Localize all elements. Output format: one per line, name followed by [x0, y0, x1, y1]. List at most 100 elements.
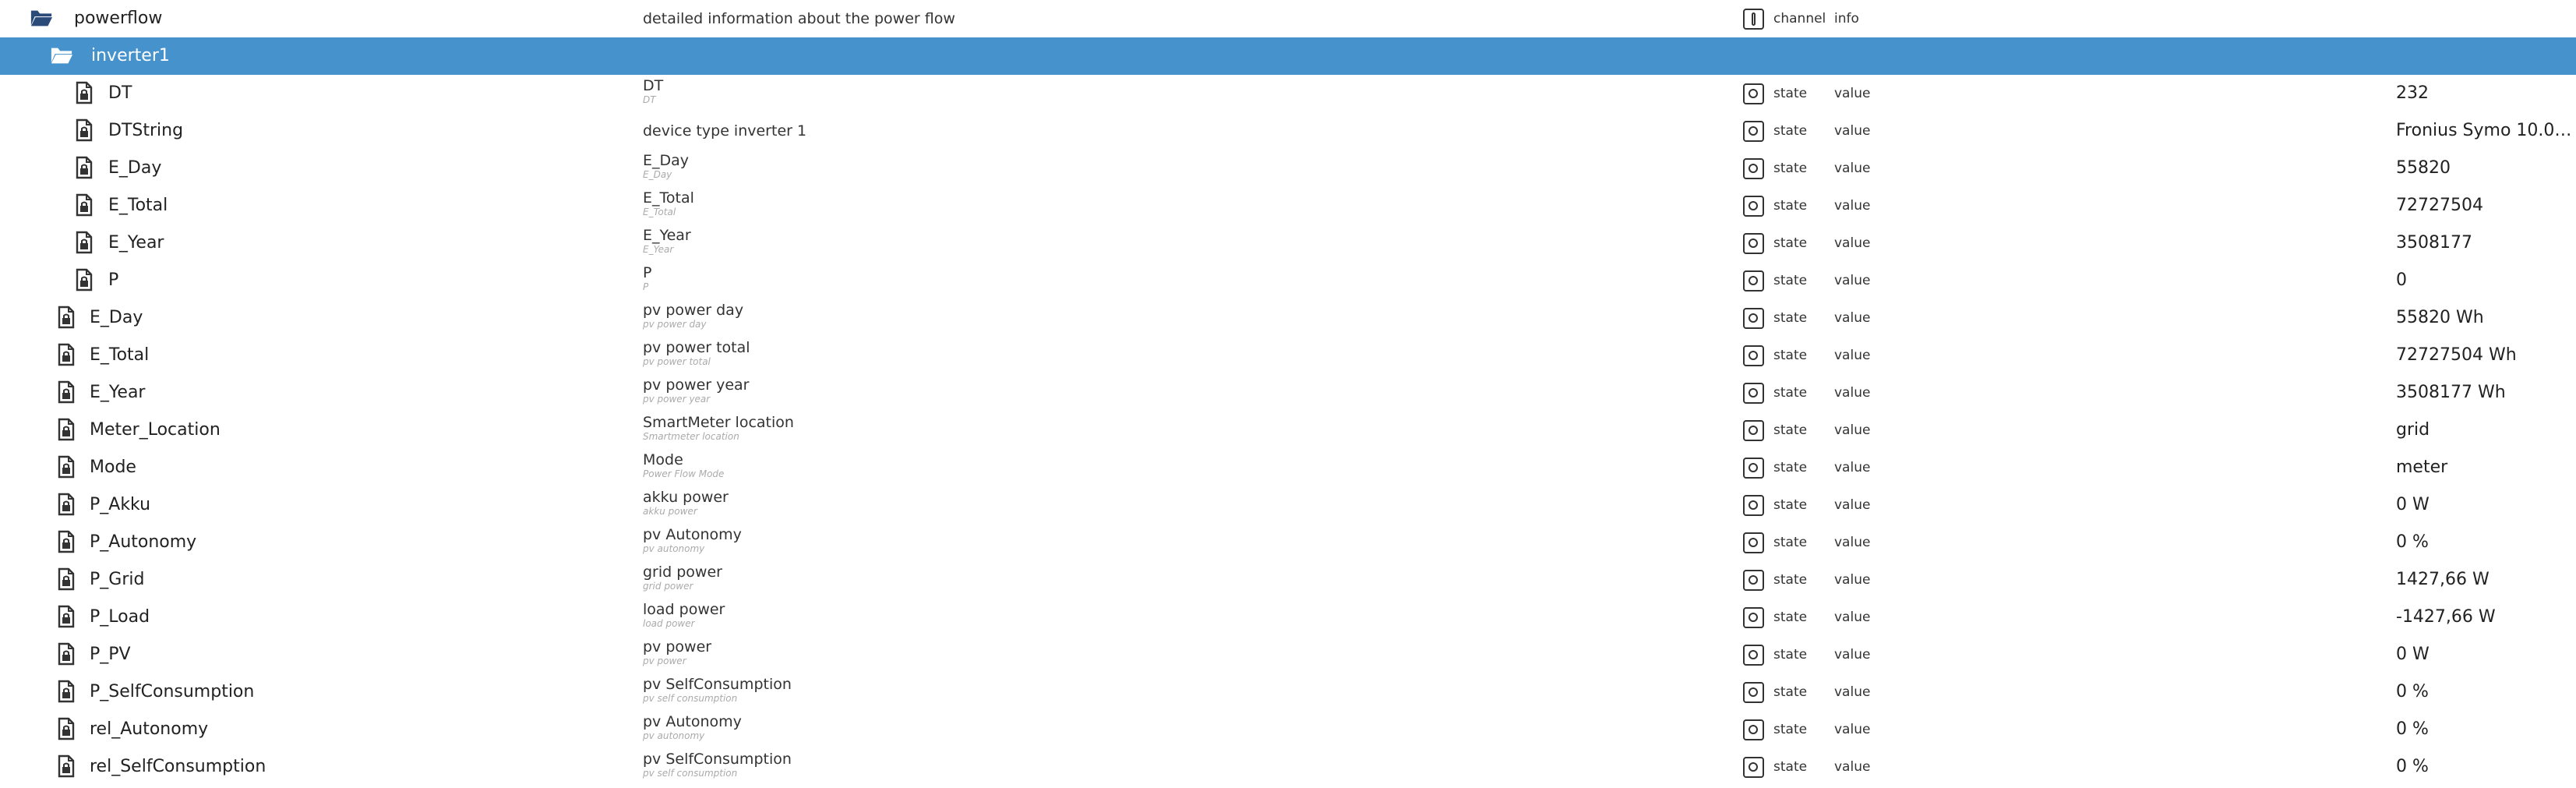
object-name: rel_Autonomy: [90, 719, 209, 739]
object-value[interactable]: 0 %: [2396, 711, 2576, 748]
file-lock-icon: [55, 530, 78, 553]
tree-row[interactable]: E_Day E_Day E_Day state value 55820: [0, 150, 2576, 187]
object-name: DT: [108, 83, 132, 103]
object-value[interactable]: meter: [2396, 449, 2576, 486]
object-type: state: [1773, 385, 1808, 401]
object-description: pv Autonomy pv autonomy: [643, 524, 742, 564]
object-name: P_Autonomy: [90, 532, 197, 552]
tree-row[interactable]: DT DT DT state value 232: [0, 75, 2576, 112]
object-name: powerflow: [74, 9, 163, 28]
description-title: E_Total: [643, 189, 694, 207]
object-value[interactable]: grid: [2396, 412, 2576, 449]
description-title: DT: [643, 77, 664, 94]
object-value[interactable]: 0 W: [2396, 486, 2576, 524]
tree-row[interactable]: P_Akku akku power akku power state value 0 W: [0, 486, 2576, 524]
object-type: state: [1773, 497, 1808, 513]
object-name: P_PV: [90, 645, 131, 664]
file-lock-icon: [55, 343, 78, 366]
object-type: state: [1773, 647, 1808, 663]
object-value[interactable]: 72727504: [2396, 187, 2576, 224]
tree-row[interactable]: P P Pstate value 0: [0, 262, 2576, 299]
folder-open-icon: [30, 6, 53, 30]
tree-folder-row[interactable]: powerflow detailed information about the …: [0, 0, 2576, 37]
file-lock-icon: [55, 717, 78, 740]
object-name: P_Grid: [90, 570, 145, 589]
object-role: value: [1834, 610, 1871, 625]
object-role: value: [1834, 759, 1871, 775]
object-value[interactable]: 72727504 Wh: [2396, 337, 2576, 374]
state-type-icon: [1743, 158, 1764, 179]
file-lock-icon: [55, 680, 78, 703]
state-type-icon: [1743, 308, 1764, 329]
state-type-icon: [1743, 757, 1764, 778]
object-type: state: [1773, 348, 1808, 363]
state-type-icon: [1743, 121, 1764, 142]
tree-folder-row[interactable]: inverter1: [0, 37, 2576, 75]
tree-row[interactable]: Mode Mode Power Flow Mode state value meter: [0, 449, 2576, 486]
description-subtitle: grid power: [643, 581, 693, 592]
tree-row[interactable]: E_Day pv power day pv power day state value 5…: [0, 299, 2576, 337]
tree-row[interactable]: E_Year pv power year pv power year state val…: [0, 374, 2576, 412]
object-value[interactable]: 3508177 Wh: [2396, 374, 2576, 412]
object-name: rel_SelfConsumption: [90, 757, 266, 776]
description-title: pv power day: [643, 302, 744, 319]
tree-row[interactable]: P_Grid grid power grid power state value 1427…: [0, 561, 2576, 599]
object-value[interactable]: 0 %: [2396, 673, 2576, 711]
object-value[interactable]: 55820: [2396, 150, 2576, 187]
file-lock-icon: [55, 306, 78, 329]
object-name: E_Day: [108, 158, 162, 178]
object-value[interactable]: 1427,66 W: [2396, 561, 2576, 599]
tree-row[interactable]: P_Load load power load power state value -142…: [0, 599, 2576, 636]
tree-row[interactable]: Meter_Location SmartMeter location Smartme…: [0, 412, 2576, 449]
tree-row[interactable]: E_Total pv power total pv power total state…: [0, 337, 2576, 374]
object-role: value: [1834, 273, 1871, 288]
object-name: Meter_Location: [90, 420, 221, 440]
object-value[interactable]: 0: [2396, 262, 2576, 299]
object-description: PP: [643, 262, 651, 302]
object-value[interactable]: 0 %: [2396, 524, 2576, 561]
object-role: value: [1834, 684, 1871, 700]
state-type-icon: [1743, 196, 1764, 217]
tree-row[interactable]: E_Year E_Year E_Year state value 3508177: [0, 224, 2576, 262]
tree-row[interactable]: P_Autonomy pv Autonomy pv autonomy state val…: [0, 524, 2576, 561]
object-role: value: [1834, 572, 1871, 588]
object-value[interactable]: -1427,66 W: [2396, 599, 2576, 636]
object-value[interactable]: Fronius Symo 10.0-3-M: [2396, 112, 2576, 150]
object-type: state: [1773, 86, 1808, 101]
object-value[interactable]: 3508177: [2396, 224, 2576, 262]
object-description: Mode Power Flow Mode: [643, 449, 724, 489]
object-name: DTString: [108, 121, 184, 140]
tree-row[interactable]: E_Total E_Total E_Total state value 72727504: [0, 187, 2576, 224]
object-role: value: [1834, 161, 1871, 176]
channel-type-icon: [1743, 9, 1764, 30]
object-description: akku power akku power: [643, 486, 729, 526]
tree-row[interactable]: P_PV pv power pv power state value 0 W: [0, 636, 2576, 673]
description-title: Mode: [643, 451, 683, 468]
state-type-icon: [1743, 495, 1764, 516]
object-type: state: [1773, 310, 1808, 326]
description-subtitle: pv autonomy: [643, 543, 705, 554]
object-value[interactable]: 0 %: [2396, 748, 2576, 786]
object-description: grid power grid power: [643, 561, 722, 601]
object-description: load power load power: [643, 599, 725, 638]
tree-row[interactable]: rel_Autonomy pv Autonomy pv autonomy state v…: [0, 711, 2576, 748]
description-subtitle: pv power total: [643, 356, 711, 367]
state-type-icon: [1743, 83, 1764, 104]
object-type: state: [1773, 684, 1808, 700]
object-name: E_Total: [90, 345, 150, 365]
description-title: akku power: [643, 489, 729, 506]
object-description: E_Day E_Day: [643, 150, 689, 189]
object-value[interactable]: 232: [2396, 75, 2576, 112]
file-lock-icon: [55, 455, 78, 479]
object-value[interactable]: 55820 Wh: [2396, 299, 2576, 337]
tree-row[interactable]: P_SelfConsumption pv SelfConsumption pv se…: [0, 673, 2576, 711]
tree-row[interactable]: DTString device type inverter 1 state value…: [0, 112, 2576, 150]
object-description: pv Autonomy pv autonomy: [643, 711, 742, 751]
description-subtitle: DT: [643, 94, 656, 105]
description-subtitle: pv power day: [643, 319, 707, 330]
state-type-icon: [1743, 233, 1764, 254]
tree-row[interactable]: rel_SelfConsumption pv SelfConsumption pv …: [0, 748, 2576, 786]
object-description: pv SelfConsumption pv self consumption: [643, 673, 792, 713]
object-value[interactable]: 0 W: [2396, 636, 2576, 673]
description-title: SmartMeter location: [643, 414, 794, 431]
